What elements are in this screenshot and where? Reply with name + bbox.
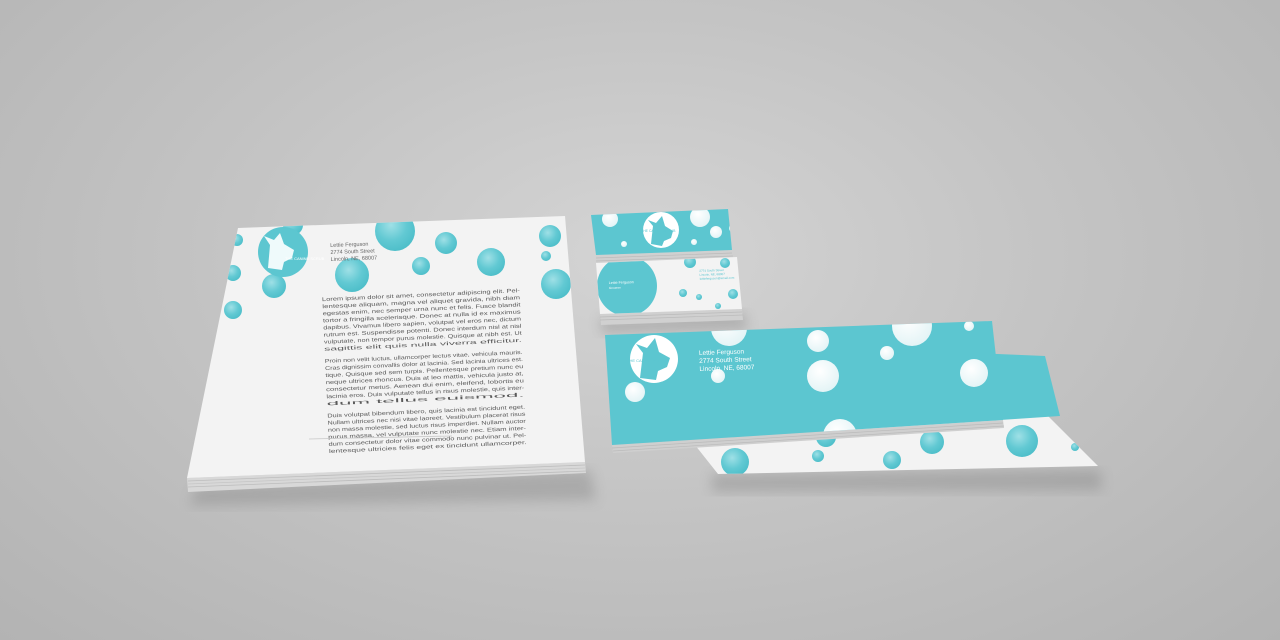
stationery-mockup-scene: THE CANINE SCRUB Lettie Ferguson 2774 So… xyxy=(187,209,1102,505)
letterhead-logo-text: THE CANINE SCRUB xyxy=(285,256,325,261)
letterhead-stack: THE CANINE SCRUB Lettie Ferguson 2774 So… xyxy=(187,216,587,492)
envelope-logo-text: THE CANINE SCRUB xyxy=(627,358,667,363)
letter-body: Lorem ipsum dolor sit amet, consectetur … xyxy=(322,288,527,455)
card-logo-text: THE CANINE SCRUB xyxy=(641,229,676,233)
card-title: Groomer xyxy=(609,286,621,290)
business-card-back: Lettie Ferguson Groomer 2774 South Stree… xyxy=(596,257,744,325)
